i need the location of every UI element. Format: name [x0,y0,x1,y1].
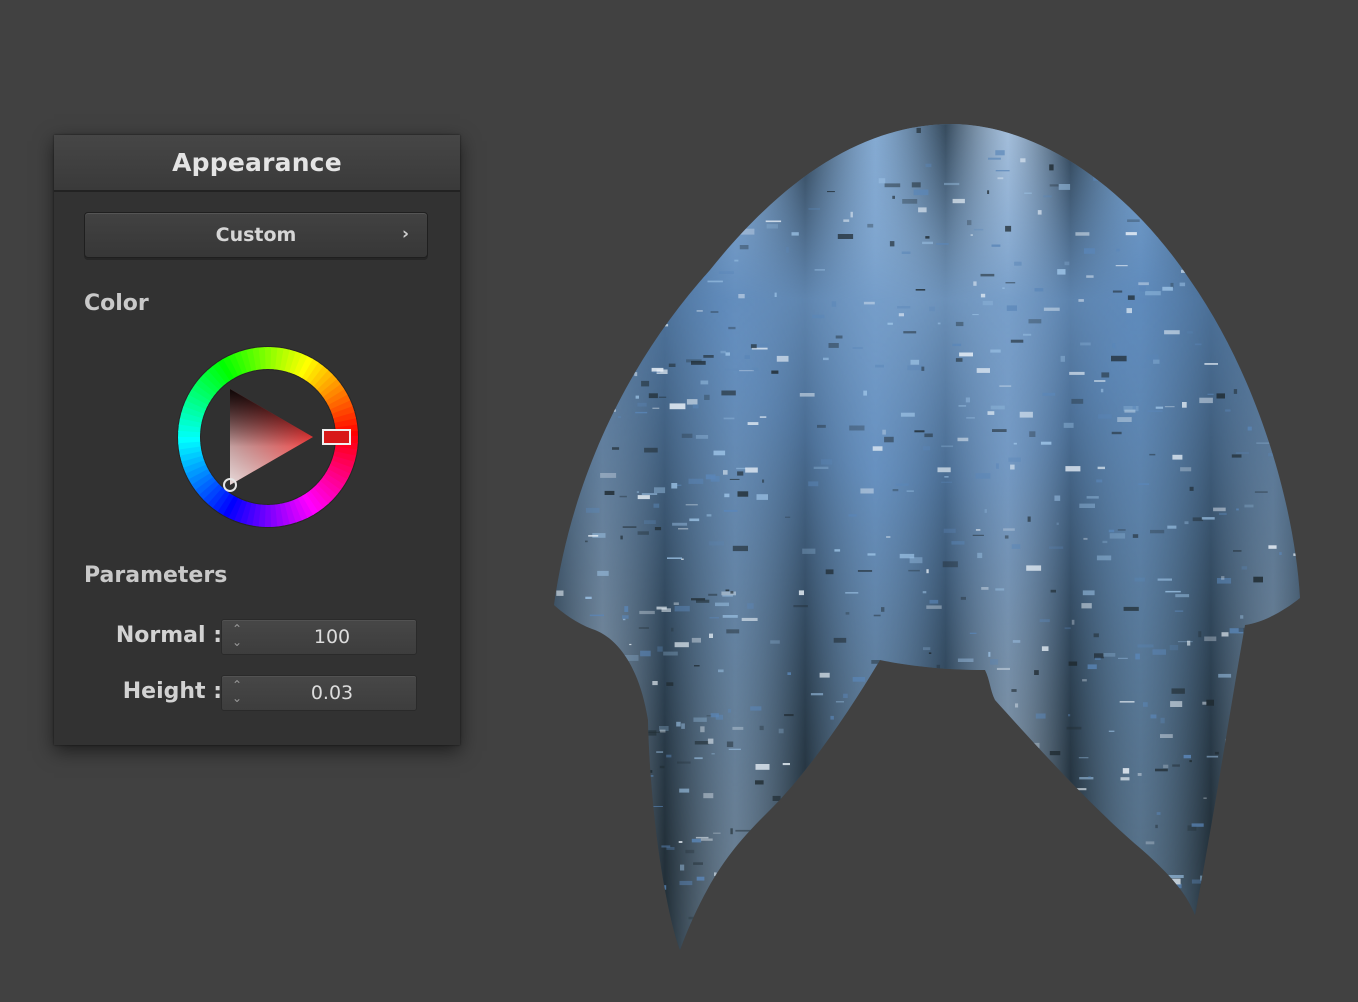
height-stepper-arrows[interactable]: ⌃ ⌄ [230,679,244,709]
height-value[interactable]: 0.03 [248,682,416,704]
height-spinbox[interactable]: ⌃ ⌄ 0.03 [221,675,417,711]
chevron-down-icon[interactable]: ⌄ [230,692,244,705]
draped-cloth-preview [554,124,1300,950]
normal-label: Normal : [115,623,222,648]
normal-spinbox[interactable]: ⌃ ⌄ 100 [221,619,417,655]
3d-viewport[interactable] [540,110,1320,970]
color-section-label: Color [84,291,149,316]
normal-stepper-arrows[interactable]: ⌃ ⌄ [230,623,244,653]
preset-label: Custom [215,224,297,246]
chevron-down-icon[interactable]: ⌄ [230,636,244,649]
hue-handle[interactable] [322,429,351,445]
chevron-right-icon: › [401,224,409,244]
preset-dropdown-button[interactable]: Custom › [84,212,428,258]
color-wheel[interactable] [168,337,368,537]
normal-value[interactable]: 100 [248,626,416,648]
color-picker[interactable] [168,337,368,537]
height-parameter-row: Height : ⌃ ⌄ 0.03 [84,675,444,713]
height-label: Height : [122,679,222,704]
parameters-section-label: Parameters [84,563,228,588]
panel-title: Appearance [54,135,460,192]
appearance-panel: Appearance Custom › Color Parameters Nor… [54,135,460,745]
normal-parameter-row: Normal : ⌃ ⌄ 100 [84,619,444,657]
